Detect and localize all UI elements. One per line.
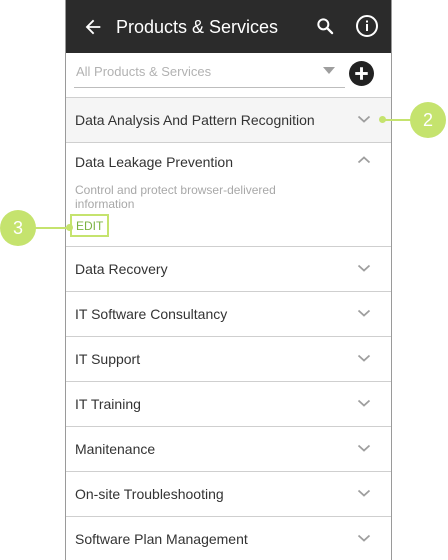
app-bar: Products & Services <box>66 0 391 53</box>
chevron-down-icon <box>357 115 371 123</box>
chevron-down-icon <box>357 264 371 272</box>
phone-screen: Products & Services All Products & Servi… <box>65 0 392 560</box>
list-item[interactable]: Manitenance <box>66 426 391 471</box>
list-item-label: Data Analysis And Pattern Recognition <box>75 112 315 128</box>
chevron-down-icon <box>357 399 371 407</box>
list-item-label: IT Support <box>75 351 141 367</box>
page-title: Products & Services <box>116 17 279 37</box>
callout-3-badge: 3 <box>0 210 36 246</box>
list-item-description: Control and protect browser-delivered in… <box>75 183 276 211</box>
list-item[interactable]: On-site Troubleshooting <box>66 471 391 516</box>
callout-3-pointer <box>66 224 73 231</box>
category-select[interactable]: All Products & Services <box>74 59 345 88</box>
add-circle-icon[interactable] <box>349 61 374 86</box>
category-select-value: All Products & Services <box>76 64 212 79</box>
edit-button[interactable]: EDIT <box>70 214 110 237</box>
chevron-down-icon <box>357 489 371 497</box>
list-item-label: IT Training <box>75 396 141 412</box>
back-arrow-icon[interactable] <box>82 16 104 38</box>
list-item-label: Manitenance <box>75 441 156 457</box>
chevron-down-icon <box>357 309 371 317</box>
list-item[interactable]: Software Plan Management <box>66 516 391 560</box>
list-item-label: Data Recovery <box>75 261 168 277</box>
list-item[interactable]: IT Training <box>66 381 391 426</box>
chevron-down-icon <box>357 534 371 542</box>
search-icon[interactable] <box>315 16 335 36</box>
list-item-label: IT Software Consultancy <box>75 306 228 322</box>
list-item-label: On-site Troubleshooting <box>75 486 224 502</box>
list-item-expanded[interactable]: Data Leakage Prevention Control and prot… <box>66 142 391 246</box>
callout-2-line <box>383 119 413 121</box>
callout-3-line <box>34 227 70 229</box>
list-item[interactable]: IT Support <box>66 336 391 381</box>
dropdown-caret-icon <box>323 67 335 74</box>
list-item[interactable]: Data Recovery <box>66 246 391 291</box>
filter-bar: All Products & Services <box>66 53 391 98</box>
chevron-up-icon <box>357 156 371 164</box>
info-icon[interactable] <box>355 14 379 38</box>
list-item-label: Data Leakage Prevention <box>75 154 233 170</box>
callout-2-badge: 2 <box>410 102 446 138</box>
list-item-label: Software Plan Management <box>75 531 248 547</box>
services-list: Data Analysis And Pattern Recognition Da… <box>66 97 391 560</box>
list-item[interactable]: Data Analysis And Pattern Recognition <box>66 97 391 142</box>
chevron-down-icon <box>357 444 371 452</box>
chevron-down-icon <box>357 354 371 362</box>
list-item[interactable]: IT Software Consultancy <box>66 291 391 336</box>
